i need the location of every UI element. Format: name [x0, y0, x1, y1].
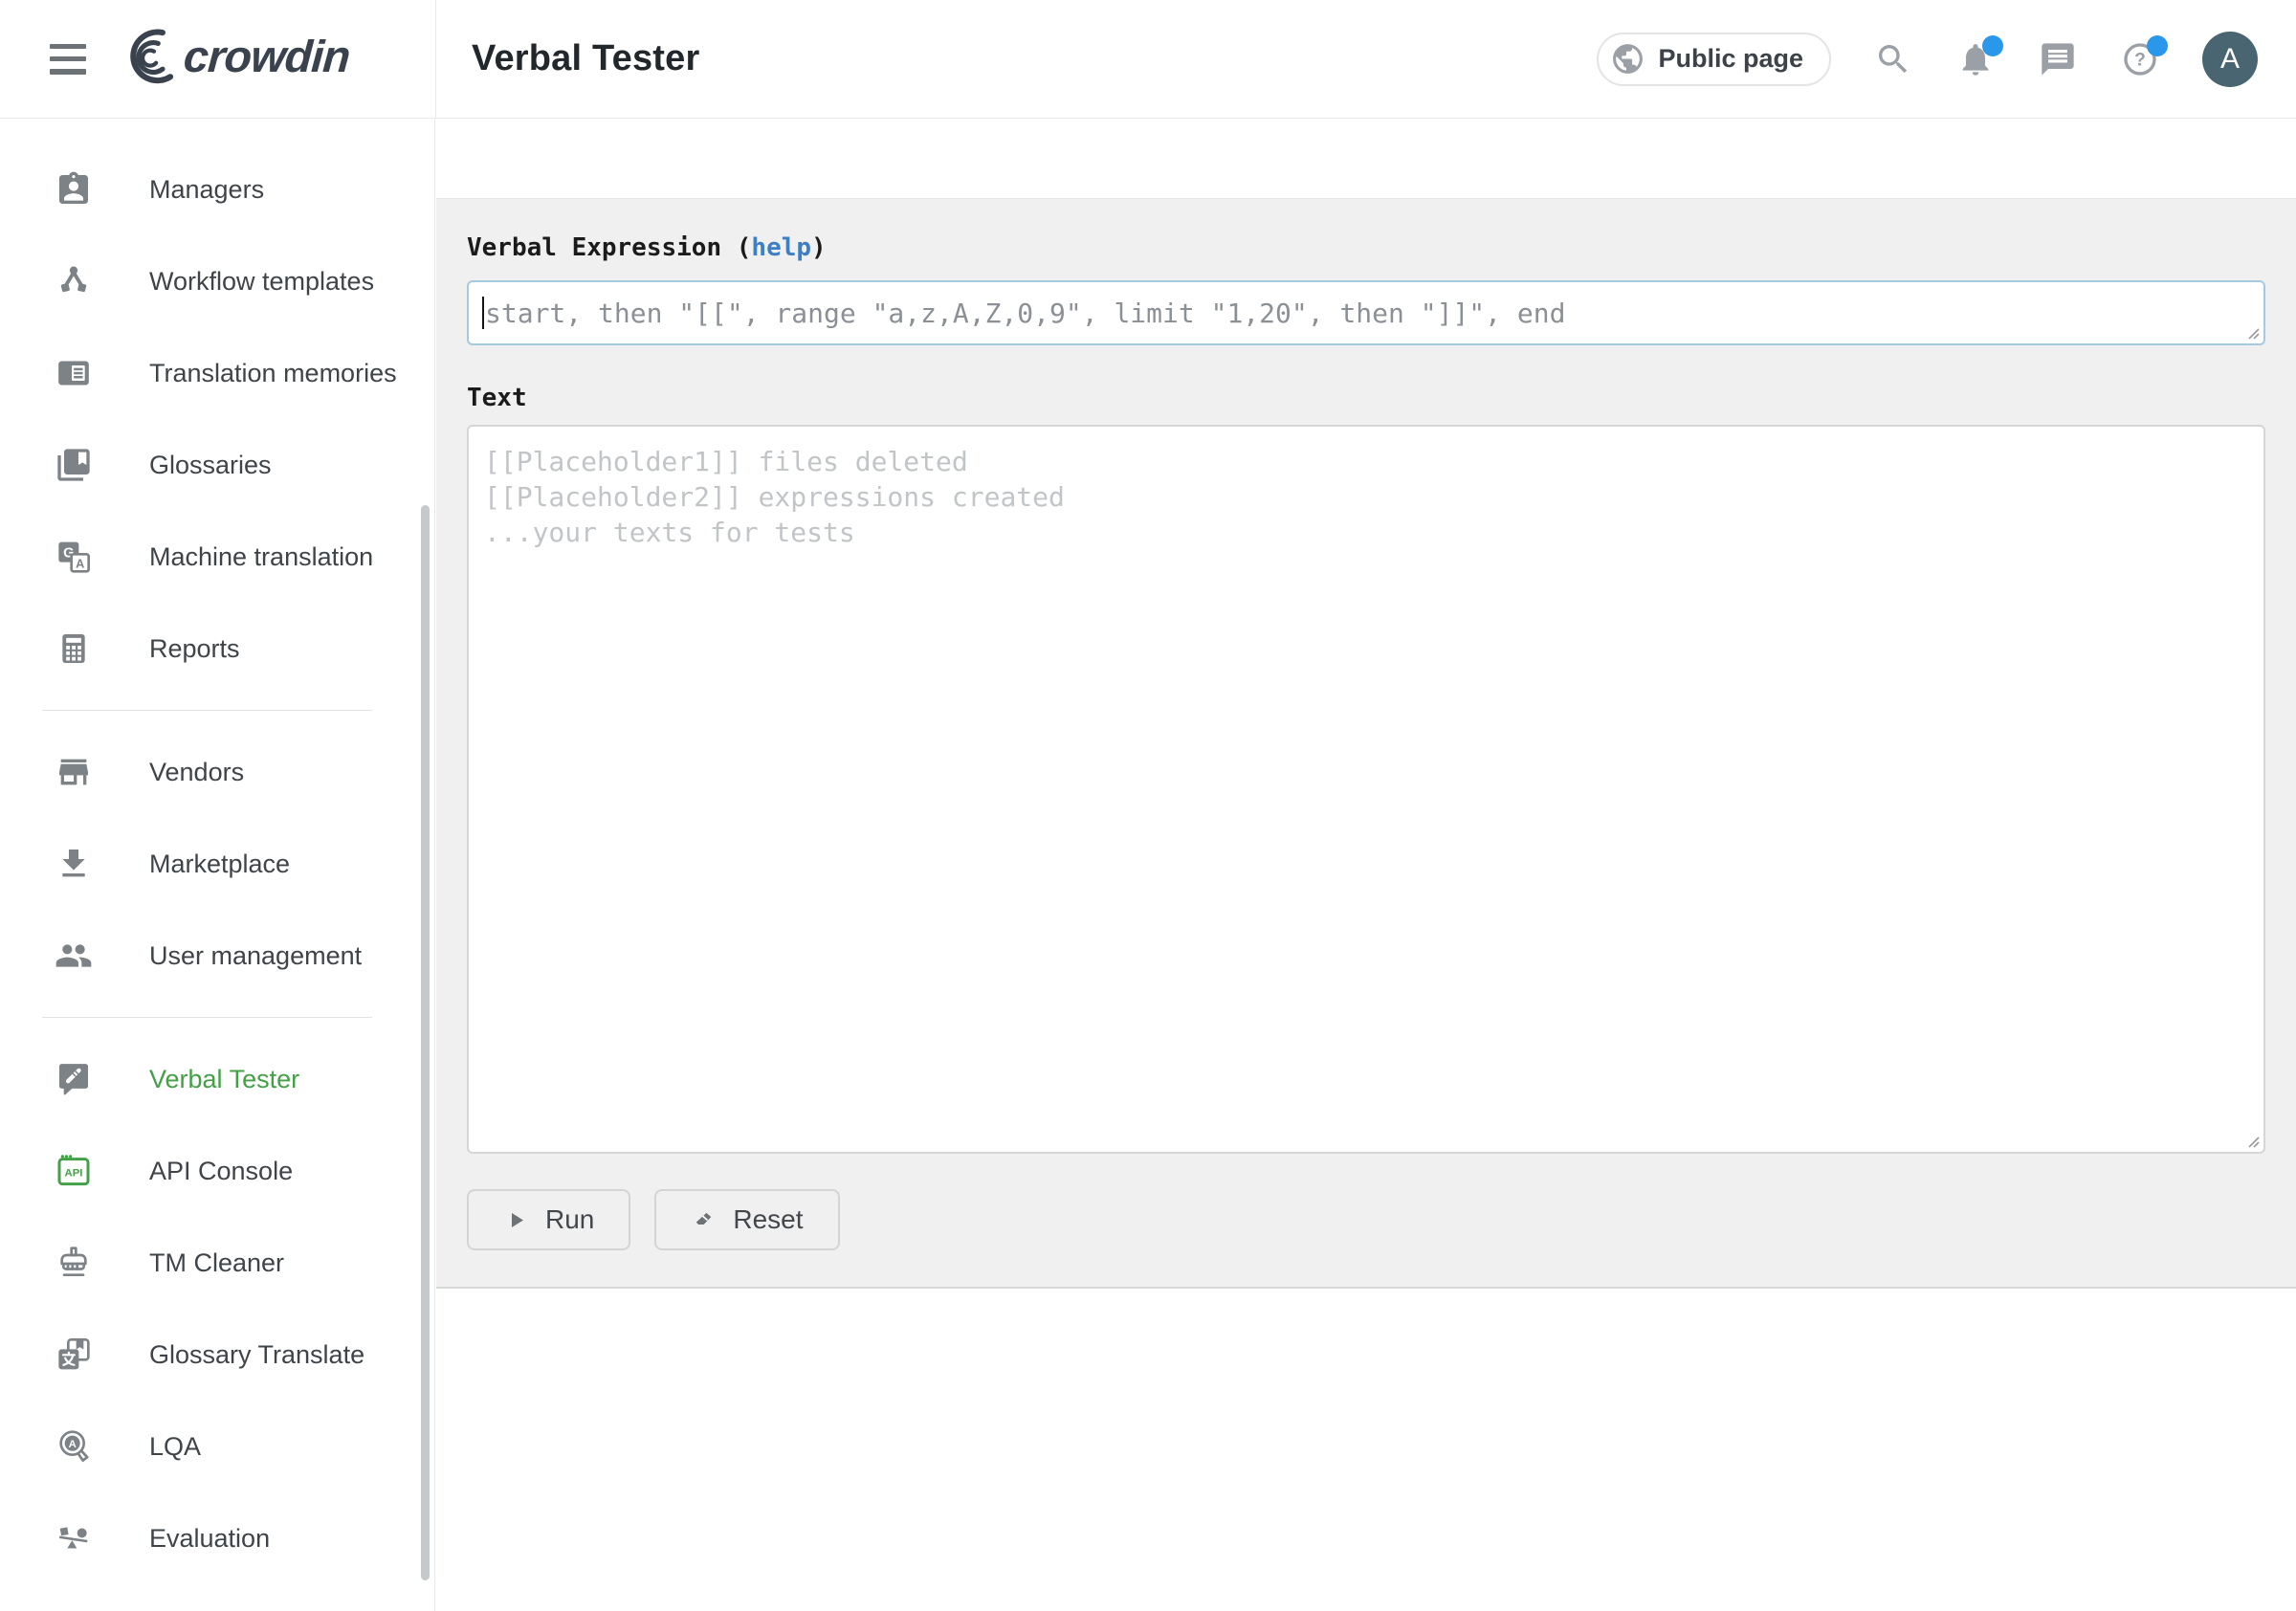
text-input-wrap — [467, 425, 2265, 1154]
vendors-icon — [55, 753, 93, 791]
search-icon — [1874, 40, 1912, 78]
sidebar-item-translation-memories[interactable]: Translation memories — [0, 327, 434, 419]
main-content: Verbal Expression (help) Text Run — [436, 119, 2296, 1611]
sidebar-item-label: Glossaries — [149, 451, 272, 480]
help-link[interactable]: help — [751, 233, 811, 262]
sidebar-divider — [42, 710, 372, 711]
crowdin-logo[interactable]: crowdin — [117, 24, 349, 95]
reset-button[interactable]: Reset — [654, 1189, 839, 1250]
sidebar-item-evaluation[interactable]: Evaluation — [0, 1492, 434, 1584]
run-button[interactable]: Run — [467, 1189, 630, 1250]
chat-icon — [2039, 40, 2077, 78]
globe-icon — [1610, 41, 1645, 77]
crowdin-wordmark: crowdin — [182, 33, 351, 84]
help-badge — [2147, 35, 2168, 56]
sidebar-item-lqa[interactable]: A LQA — [0, 1401, 434, 1492]
sidebar-item-workflow-templates[interactable]: Workflow templates — [0, 235, 434, 327]
help-button[interactable]: ? — [2120, 39, 2160, 79]
lqa-icon: A — [55, 1427, 93, 1466]
sidebar-item-label: Marketplace — [149, 850, 290, 879]
sidebar-item-label: API Console — [149, 1157, 293, 1186]
topbar-actions: Public page — [1597, 32, 2258, 87]
search-button[interactable] — [1873, 39, 1913, 79]
sidebar-item-glossaries[interactable]: Glossaries — [0, 419, 434, 511]
avatar[interactable]: A — [2202, 32, 2258, 87]
menu-icon[interactable] — [50, 44, 86, 75]
sidebar-item-label: Glossary Translate — [149, 1340, 364, 1370]
actions-row: Run Reset — [467, 1189, 2265, 1250]
sidebar-item-label: Machine translation — [149, 542, 373, 572]
sidebar-item-label: Verbal Tester — [149, 1065, 299, 1094]
machine-translation-icon: G A — [55, 538, 93, 576]
verbal-tester-icon — [55, 1060, 93, 1098]
marketplace-icon — [55, 845, 93, 883]
text-input[interactable] — [467, 425, 2265, 1154]
expression-input-wrap — [467, 280, 2265, 345]
glossaries-icon — [55, 446, 93, 484]
managers-icon — [55, 170, 93, 209]
text-caret — [482, 297, 484, 329]
resize-grip-icon[interactable] — [2242, 322, 2262, 342]
sidebar-item-label: Workflow templates — [149, 267, 374, 297]
sidebar-item-marketplace[interactable]: Marketplace — [0, 818, 434, 910]
sidebar-item-tm-cleaner[interactable]: TM Cleaner — [0, 1217, 434, 1309]
sidebar-item-label: Managers — [149, 175, 264, 205]
sidebar-item-api-console[interactable]: API API Console — [0, 1125, 434, 1217]
sidebar-item-label: Translation memories — [149, 359, 397, 388]
sidebar-item-label: LQA — [149, 1432, 201, 1462]
glossary-translate-icon — [55, 1335, 93, 1374]
expression-label-close: ) — [811, 233, 827, 262]
notification-badge — [1982, 35, 2003, 56]
evaluation-icon — [55, 1519, 93, 1557]
app-root: crowdin Verbal Tester Public page — [0, 0, 2296, 1611]
workflow-templates-icon — [55, 262, 93, 300]
content-top-band — [436, 119, 2296, 198]
svg-text:?: ? — [2134, 50, 2146, 70]
expression-label-text: Verbal Expression ( — [467, 233, 751, 262]
user-management-icon — [55, 937, 93, 975]
sidebar-item-label: Reports — [149, 634, 240, 664]
reports-icon — [55, 629, 93, 668]
sidebar-item-reports[interactable]: Reports — [0, 603, 434, 695]
notifications-button[interactable] — [1955, 39, 1996, 79]
public-page-button[interactable]: Public page — [1597, 33, 1831, 86]
sidebar-item-managers[interactable]: Managers — [0, 143, 434, 235]
crowdin-bird-icon — [117, 24, 174, 95]
tm-cleaner-icon — [55, 1244, 93, 1282]
topbar: crowdin Verbal Tester Public page — [0, 0, 2296, 119]
svg-text:A: A — [69, 1439, 77, 1450]
content-bottom-area — [436, 1289, 2296, 1609]
sidebar-item-label: Evaluation — [149, 1524, 270, 1554]
expression-input[interactable] — [467, 280, 2265, 345]
translation-memories-icon — [55, 354, 93, 392]
run-button-label: Run — [545, 1204, 594, 1235]
svg-text:A: A — [76, 558, 84, 571]
sidebar-divider — [42, 1017, 372, 1018]
eraser-icon — [691, 1207, 717, 1233]
expression-label: Verbal Expression (help) — [467, 233, 2265, 262]
sidebar-item-glossary-translate[interactable]: Glossary Translate — [0, 1309, 434, 1401]
reset-button-label: Reset — [733, 1204, 803, 1235]
messages-button[interactable] — [2038, 39, 2078, 79]
topbar-left: crowdin — [0, 0, 436, 118]
text-label: Text — [467, 384, 2265, 412]
topbar-main: Verbal Tester Public page — [436, 0, 2296, 118]
api-console-icon: API — [55, 1152, 93, 1190]
sidebar: Managers Workflow templates — [0, 119, 435, 1611]
sidebar-item-label: TM Cleaner — [149, 1248, 284, 1278]
svg-text:API: API — [65, 1167, 83, 1179]
play-icon — [503, 1207, 529, 1233]
verbal-tester-panel: Verbal Expression (help) Text Run — [436, 198, 2296, 1289]
sidebar-item-label: User management — [149, 941, 362, 971]
resize-grip-icon[interactable] — [2242, 1131, 2262, 1150]
avatar-letter: A — [2220, 43, 2240, 76]
page-title: Verbal Tester — [472, 38, 699, 79]
sidebar-item-machine-translation[interactable]: G A Machine translation — [0, 511, 434, 603]
sidebar-item-verbal-tester[interactable]: Verbal Tester — [0, 1033, 434, 1125]
public-page-label: Public page — [1658, 44, 1803, 74]
sidebar-item-label: Vendors — [149, 758, 244, 787]
sidebar-item-user-management[interactable]: User management — [0, 910, 434, 1002]
sidebar-item-vendors[interactable]: Vendors — [0, 726, 434, 818]
sidebar-scrollbar[interactable] — [421, 505, 430, 1580]
